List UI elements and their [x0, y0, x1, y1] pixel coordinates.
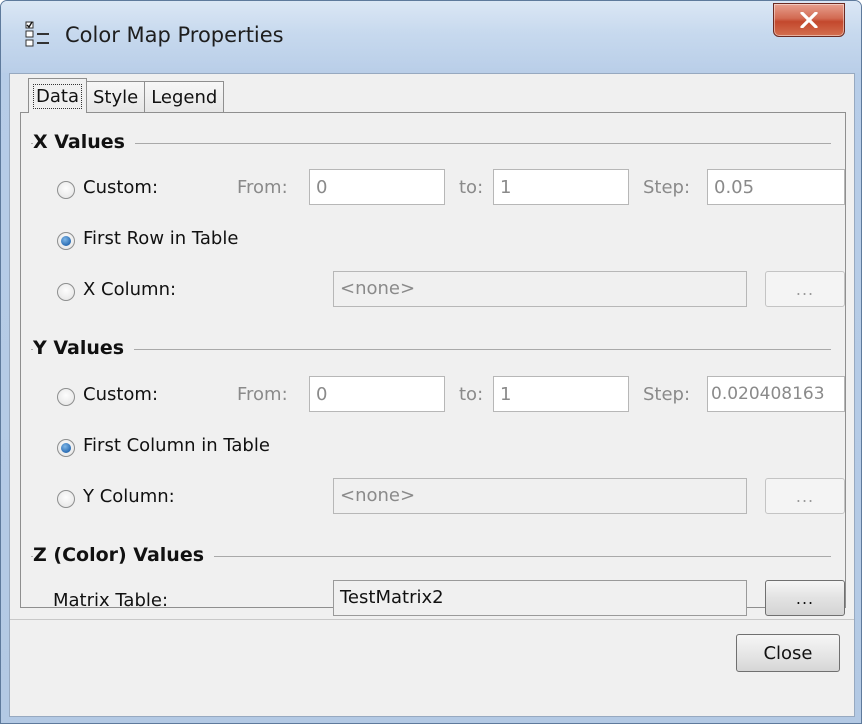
x-values-heading: X Values	[33, 131, 135, 153]
properties-icon	[25, 21, 51, 49]
y-step-input[interactable]	[707, 376, 845, 412]
x-column-label: X Column:	[83, 279, 177, 300]
x-first-row-radio[interactable]	[57, 232, 75, 250]
x-column-select[interactable]: <none>	[333, 271, 747, 307]
y-column-label: Y Column:	[83, 486, 175, 507]
x-to-label: to:	[459, 177, 484, 198]
x-values-divider	[31, 143, 831, 144]
tab-style[interactable]: Style	[85, 81, 146, 113]
x-first-row-label: First Row in Table	[83, 228, 239, 249]
window-close-button[interactable]	[773, 3, 845, 37]
close-button[interactable]: Close	[736, 634, 840, 672]
y-values-heading: Y Values	[33, 337, 135, 359]
x-custom-radio[interactable]	[57, 181, 75, 199]
footer-divider	[10, 619, 854, 620]
window-title: Color Map Properties	[65, 23, 284, 47]
y-first-column-label: First Column in Table	[83, 435, 270, 456]
y-values-divider	[31, 349, 831, 350]
tab-data-label: Data	[33, 83, 82, 109]
y-first-column-radio[interactable]	[57, 439, 75, 457]
y-column-browse-button[interactable]: ...	[765, 478, 845, 514]
x-step-label: Step:	[643, 177, 691, 198]
x-column-browse-button[interactable]: ...	[765, 271, 845, 307]
x-column-radio[interactable]	[57, 283, 75, 301]
y-custom-label: Custom:	[83, 384, 159, 405]
x-from-label: From:	[237, 177, 288, 198]
y-from-input[interactable]	[309, 376, 445, 412]
matrix-table-label: Matrix Table:	[53, 590, 169, 611]
data-tab-panel: X Values Custom: From: to: Step: First R…	[20, 112, 846, 616]
dialog-client-area: Data Style Legend X Values Custom: From:…	[9, 73, 855, 717]
matrix-table-browse-button[interactable]: ...	[765, 580, 845, 616]
y-to-input[interactable]	[493, 376, 629, 412]
close-x-icon	[800, 12, 818, 28]
y-custom-radio[interactable]	[57, 388, 75, 406]
x-from-input[interactable]	[309, 169, 445, 205]
y-column-radio[interactable]	[57, 490, 75, 508]
y-to-label: to:	[459, 384, 484, 405]
tab-legend-label: Legend	[151, 87, 218, 108]
x-step-input[interactable]	[707, 169, 845, 205]
dialog-window: Color Map Properties Data Style Legend X…	[0, 0, 862, 724]
x-to-input[interactable]	[493, 169, 629, 205]
y-step-label: Step:	[643, 384, 691, 405]
tab-legend[interactable]: Legend	[144, 81, 225, 113]
title-bar[interactable]: Color Map Properties	[1, 1, 861, 73]
y-column-select[interactable]: <none>	[333, 478, 747, 514]
y-from-label: From:	[237, 384, 288, 405]
tab-data[interactable]: Data	[28, 78, 87, 113]
tab-strip: Data Style Legend	[28, 77, 225, 113]
x-custom-label: Custom:	[83, 177, 159, 198]
z-values-heading: Z (Color) Values	[33, 544, 215, 566]
tab-style-label: Style	[92, 87, 139, 108]
matrix-table-select[interactable]: TestMatrix2	[333, 580, 747, 616]
